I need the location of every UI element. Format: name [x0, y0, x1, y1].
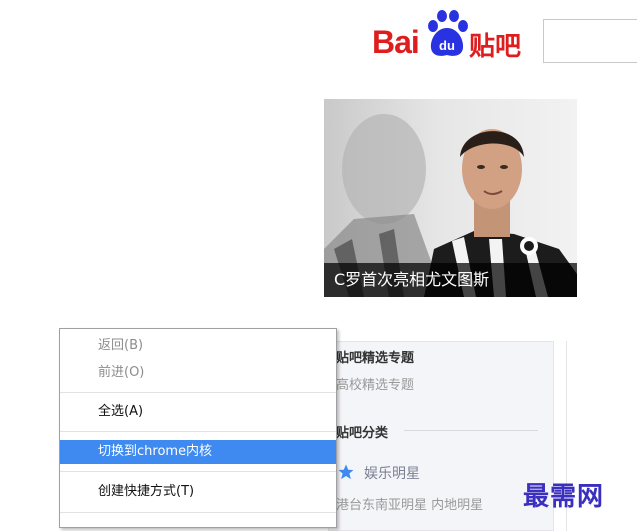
logo-chinese-text: 贴吧 — [469, 32, 522, 62]
star-icon — [338, 464, 354, 480]
menu-separator — [60, 431, 336, 432]
logo-latin-text: Bai — [372, 24, 420, 60]
banner-caption[interactable]: C罗首次亮相尤文图斯 — [324, 263, 577, 297]
category-entertainment-link[interactable]: 娱乐明星 — [364, 463, 420, 483]
menu-separator — [60, 471, 336, 472]
divider — [404, 430, 538, 431]
menu-item-select-all[interactable]: 全选(A) — [60, 400, 336, 424]
categories-heading: 贴吧分类 — [336, 426, 389, 441]
featured-banner[interactable]: C罗首次亮相尤文图斯 — [324, 99, 577, 297]
menu-item-back[interactable]: 返回(B) — [60, 334, 336, 358]
search-input[interactable] — [543, 19, 637, 63]
logo-du-text: du — [439, 38, 455, 53]
menu-item-forward[interactable]: 前进(O) — [60, 361, 336, 385]
menu-item-switch-chrome-kernel[interactable]: 切换到chrome内核 — [60, 440, 336, 464]
context-menu: 返回(B) 前进(O) 全选(A) 切换到chrome内核 创建快捷方式(T) — [59, 328, 337, 528]
college-topics-link[interactable]: 高校精选专题 — [336, 374, 414, 393]
baidu-paw-icon: du — [428, 10, 468, 56]
menu-separator — [60, 512, 336, 513]
baidu-tieba-logo[interactable]: Bai du 贴吧 — [372, 10, 532, 62]
watermark: 最需网 — [523, 482, 605, 512]
menu-item-create-shortcut[interactable]: 创建快捷方式(T) — [60, 480, 336, 504]
subcategory-links[interactable]: 港台东南亚明星 内地明星 — [336, 494, 483, 513]
featured-topics-heading: 贴吧精选专题 — [336, 351, 415, 366]
menu-separator — [60, 392, 336, 393]
